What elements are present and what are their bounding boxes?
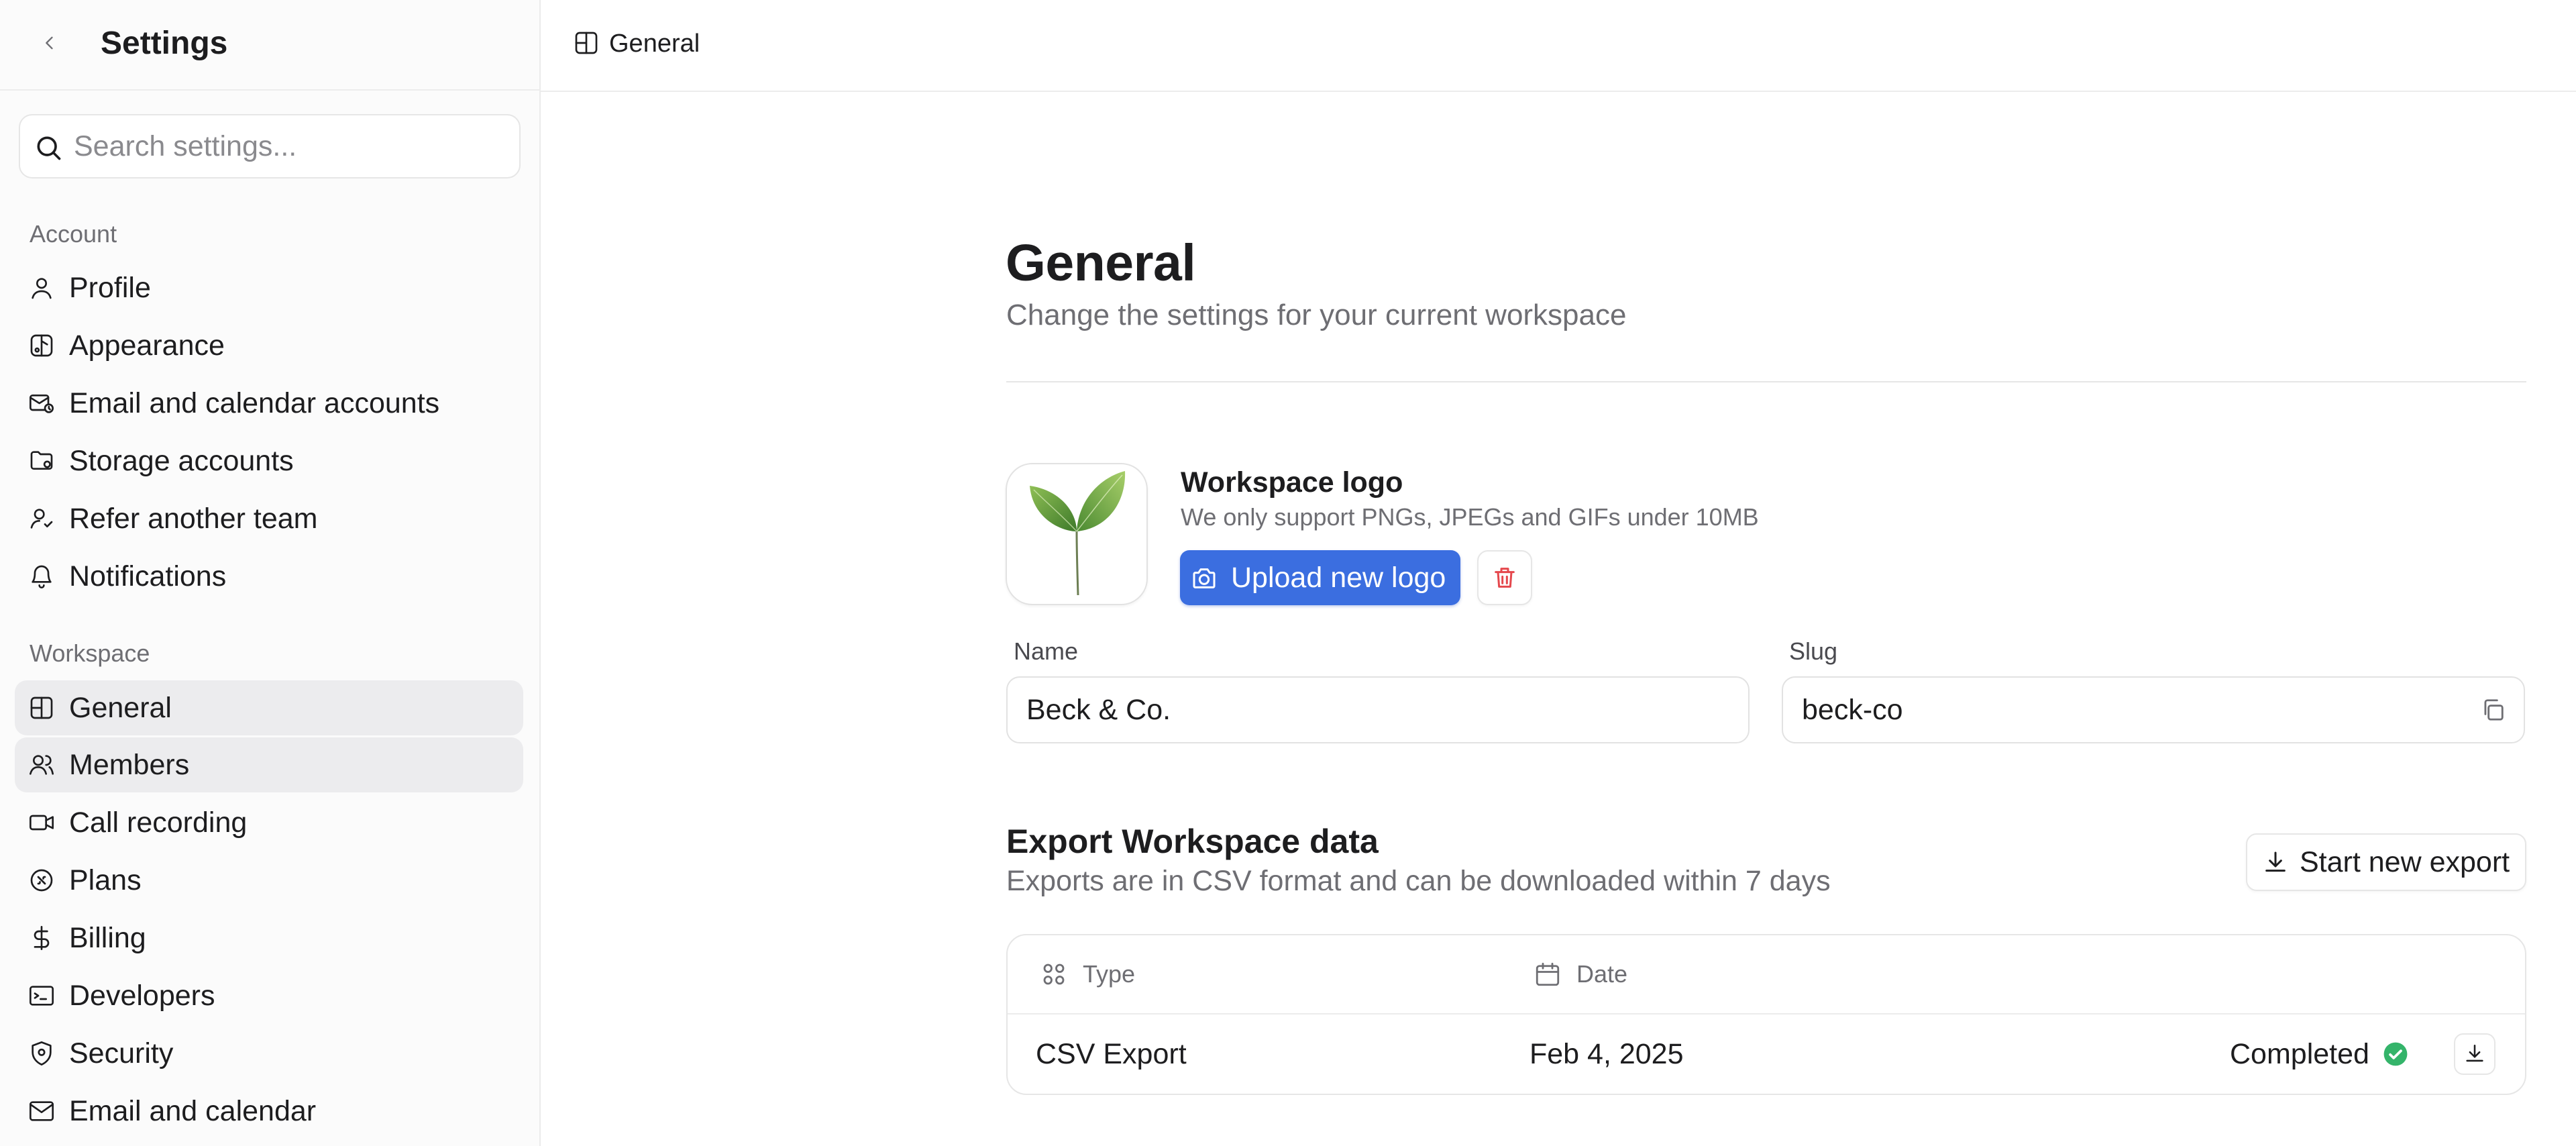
- video-icon: [30, 815, 54, 831]
- sidebar-item-label: Developers: [69, 980, 215, 1012]
- mail-calendar-icon: [30, 395, 54, 413]
- search-icon: [37, 136, 61, 160]
- download-icon: [2466, 1044, 2483, 1062]
- sidebar-item-email-calendar-accounts[interactable]: Email and calendar accounts: [15, 376, 523, 431]
- exports-table: Type Date CSV Export Feb 4, 2025 Complet…: [1006, 934, 2526, 1095]
- delete-logo-button[interactable]: [1477, 550, 1532, 605]
- export-date-cell: Feb 4, 2025: [1529, 1038, 1684, 1070]
- sidebar-item-refer-team[interactable]: Refer another team: [15, 491, 523, 546]
- settings-app: Settings Account Profile Appearance Emai…: [0, 0, 2576, 1146]
- top-bar: General: [541, 0, 2576, 92]
- table-row: CSV Export Feb 4, 2025 Completed: [1008, 1014, 2525, 1094]
- sidebar-item-label: Notifications: [69, 560, 227, 592]
- sidebar-item-email-calendar[interactable]: Email and calendar: [15, 1084, 523, 1139]
- layout-icon: [575, 32, 598, 54]
- terminal-icon: [30, 986, 54, 1006]
- sidebar-title: Settings: [101, 25, 228, 61]
- badge-icon: [30, 869, 53, 892]
- section-label-account: Account: [30, 220, 117, 248]
- export-section-subtitle: Exports are in CSV format and can be dow…: [1006, 865, 1831, 897]
- download-export-button[interactable]: [2454, 1033, 2496, 1075]
- sidebar-item-label: Members: [69, 749, 190, 781]
- upload-logo-button[interactable]: Upload new logo: [1180, 550, 1460, 605]
- copy-slug-button[interactable]: [2478, 695, 2508, 725]
- sidebar-item-security[interactable]: Security: [15, 1026, 523, 1081]
- slug-input[interactable]: [1802, 678, 2446, 742]
- start-export-button[interactable]: Start new export: [2246, 833, 2526, 891]
- name-field-label: Name: [1014, 637, 1079, 665]
- sidebar-item-label: Plans: [69, 864, 142, 896]
- user-icon: [32, 278, 52, 299]
- start-export-label: Start new export: [2300, 846, 2510, 878]
- section-label-workspace: Workspace: [30, 639, 150, 667]
- export-type-cell: CSV Export: [1036, 1038, 1187, 1070]
- slug-field: [1782, 676, 2525, 743]
- download-icon: [2265, 851, 2286, 872]
- upload-logo-label: Upload new logo: [1231, 562, 1446, 594]
- slug-field-label: Slug: [1789, 637, 1838, 665]
- check-circle-icon: [2383, 1042, 2408, 1066]
- export-status-cell: Completed: [2230, 1038, 2369, 1070]
- page-title: General: [1006, 234, 1196, 292]
- column-label: Date: [1576, 960, 1628, 988]
- search-box: [19, 114, 521, 178]
- sidebar-item-label: Email and calendar: [69, 1095, 317, 1127]
- settings-sidebar: Settings Account Profile Appearance Emai…: [0, 0, 541, 1146]
- copy-icon: [2484, 699, 2504, 721]
- shield-icon: [32, 1041, 52, 1065]
- mail-icon: [30, 1101, 54, 1121]
- bell-icon: [32, 565, 52, 588]
- logo-help-text: We only support PNGs, JPEGs and GIFs und…: [1181, 503, 1759, 531]
- sidebar-item-label: Call recording: [69, 806, 248, 839]
- sidebar-item-call-recording[interactable]: Call recording: [15, 795, 523, 850]
- workspace-logo-image: [1006, 463, 1148, 605]
- layout-icon: [30, 696, 53, 719]
- sidebar-item-storage-accounts[interactable]: Storage accounts: [15, 433, 523, 488]
- sidebar-item-billing[interactable]: Billing: [15, 910, 523, 966]
- sidebar-item-label: Storage accounts: [69, 445, 294, 477]
- sidebar-item-label: Billing: [69, 922, 146, 954]
- sidebar-item-general[interactable]: General: [15, 680, 523, 735]
- grid-icon: [1043, 963, 1065, 985]
- name-input[interactable]: [1026, 678, 1670, 742]
- trash-icon: [1495, 568, 1515, 588]
- sidebar-item-label: Appearance: [69, 329, 225, 362]
- back-button[interactable]: [35, 28, 64, 58]
- users-icon: [30, 755, 54, 775]
- sidebar-item-label: Email and calendar accounts: [69, 387, 440, 419]
- dollar-icon: [34, 926, 50, 950]
- chevron-left-icon: [46, 36, 53, 50]
- folder-icon: [30, 451, 53, 470]
- palette-icon: [30, 334, 53, 357]
- sidebar-item-label: Security: [69, 1037, 174, 1070]
- page-subtitle: Change the settings for your current wor…: [1006, 299, 1627, 331]
- camera-icon: [1193, 568, 1216, 588]
- leaf-logo: [1030, 471, 1126, 596]
- user-plus-icon: [30, 509, 53, 529]
- sidebar-header: Settings: [0, 0, 541, 91]
- sidebar-item-developers[interactable]: Developers: [15, 968, 523, 1023]
- calendar-icon: [1536, 962, 1560, 986]
- divider: [1006, 381, 2526, 382]
- export-section-title: Export Workspace data: [1006, 823, 1379, 860]
- logo-title: Workspace logo: [1181, 466, 1403, 499]
- sidebar-item-label: Refer another team: [69, 503, 318, 535]
- sidebar-item-profile[interactable]: Profile: [15, 260, 523, 315]
- sidebar-item-appearance[interactable]: Appearance: [15, 318, 523, 373]
- breadcrumb[interactable]: General: [609, 25, 700, 62]
- column-label: Type: [1083, 960, 1136, 988]
- sidebar-item-plans[interactable]: Plans: [15, 853, 523, 908]
- sidebar-item-label: Profile: [69, 272, 151, 304]
- name-field: [1006, 676, 1750, 743]
- sidebar-item-label: General: [69, 692, 172, 724]
- sidebar-item-members[interactable]: Members: [15, 737, 523, 792]
- sidebar-item-notifications[interactable]: Notifications: [15, 549, 523, 604]
- search-input[interactable]: [74, 115, 503, 177]
- table-header: Type Date: [1008, 935, 2525, 1014]
